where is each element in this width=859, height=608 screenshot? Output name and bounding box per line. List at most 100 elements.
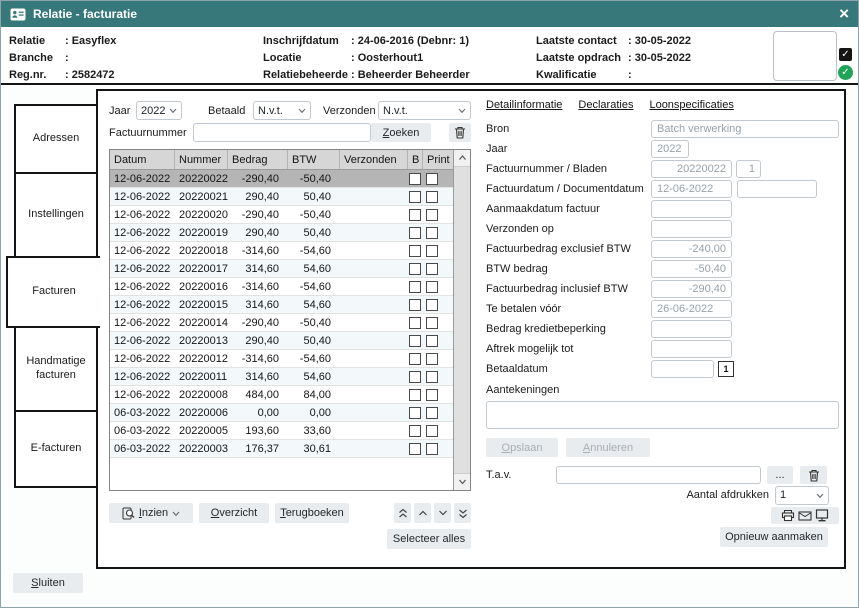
b-checkbox[interactable]	[409, 389, 421, 401]
column-header-b[interactable]: B	[408, 150, 423, 169]
invoice-table-row[interactable]: 12-06-2022 20220012 -314,60 -54,60	[110, 350, 453, 368]
link-declaraties[interactable]: Declaraties	[578, 99, 633, 111]
print-checkbox[interactable]	[426, 299, 438, 311]
tab-e-facturen[interactable]: E-facturen	[14, 410, 98, 488]
tav-clear-trash-button[interactable]	[800, 466, 827, 484]
column-header-bedrag[interactable]: Bedrag	[228, 150, 288, 169]
invoice-table-row[interactable]: 06-03-2022 20220003 176,37 30,61	[110, 440, 453, 458]
factuurnummer-detail-input[interactable]	[651, 160, 732, 178]
link-detailinformatie[interactable]: Detailinformatie	[486, 99, 562, 111]
bron-input[interactable]	[651, 120, 839, 138]
tab-handmatige-facturen[interactable]: Handmatige facturen	[14, 326, 98, 412]
invoice-table-row[interactable]: 12-06-2022 20220016 -314,60 -54,60	[110, 278, 453, 296]
b-checkbox[interactable]	[409, 425, 421, 437]
selecteer-alles-button[interactable]: Selecteer alles	[387, 529, 471, 549]
bedrag-incl-input[interactable]	[651, 280, 732, 298]
previous-row-button[interactable]	[414, 503, 431, 523]
print-checkbox[interactable]	[426, 281, 438, 293]
terugboeken-button[interactable]: Terugboeken	[275, 503, 349, 523]
column-header-btw[interactable]: BTW	[288, 150, 340, 169]
output-options-button[interactable]	[771, 507, 839, 524]
print-checkbox[interactable]	[426, 209, 438, 221]
b-checkbox[interactable]	[409, 209, 421, 221]
b-checkbox[interactable]	[409, 407, 421, 419]
invoice-table-row[interactable]: 12-06-2022 20220013 290,40 50,40	[110, 332, 453, 350]
table-scrollbar[interactable]	[453, 150, 470, 490]
invoice-table-row[interactable]: 12-06-2022 20220011 314,60 54,60	[110, 368, 453, 386]
header-checkbox[interactable]: ✓	[839, 48, 852, 61]
jaar-detail-input[interactable]	[651, 140, 689, 158]
bedrag-excl-input[interactable]	[651, 240, 732, 258]
tab-instellingen[interactable]: Instellingen	[14, 172, 98, 258]
invoice-table-row[interactable]: 06-03-2022 20220006 0,00 0,00	[110, 404, 453, 422]
annuleren-button[interactable]: Annuleren	[566, 438, 650, 457]
first-row-button[interactable]	[394, 503, 411, 523]
column-header-datum[interactable]: Datum	[110, 150, 175, 169]
sluiten-button[interactable]: Sluiten	[13, 573, 83, 593]
close-button[interactable]: ×	[839, 3, 849, 25]
verzonden-select[interactable]: N.v.t.	[378, 101, 471, 120]
print-checkbox[interactable]	[426, 227, 438, 239]
factuurdatum-input[interactable]	[651, 180, 732, 198]
invoice-table-row[interactable]: 12-06-2022 20220022 -290,40 -50,40	[110, 170, 453, 188]
zoeken-button[interactable]: Zoeken	[371, 123, 431, 142]
b-checkbox[interactable]	[409, 317, 421, 329]
print-checkbox[interactable]	[426, 245, 438, 257]
bladen-input[interactable]	[736, 160, 761, 178]
aantekeningen-textarea[interactable]	[486, 401, 839, 429]
b-checkbox[interactable]	[409, 371, 421, 383]
link-loonspecificaties[interactable]: Loonspecificaties	[649, 99, 733, 111]
calendar-icon[interactable]: 1	[718, 361, 734, 377]
betaald-select[interactable]: N.v.t.	[253, 101, 311, 120]
invoice-table-row[interactable]: 12-06-2022 20220017 314,60 54,60	[110, 260, 453, 278]
jaar-select[interactable]: 2022	[136, 101, 182, 120]
b-checkbox[interactable]	[409, 353, 421, 365]
b-checkbox[interactable]	[409, 173, 421, 185]
last-row-button[interactable]	[454, 503, 471, 523]
print-checkbox[interactable]	[426, 353, 438, 365]
column-header-nummer[interactable]: Nummer	[175, 150, 228, 169]
te-betalen-voor-input[interactable]	[651, 300, 732, 318]
b-checkbox[interactable]	[409, 227, 421, 239]
print-checkbox[interactable]	[426, 173, 438, 185]
print-checkbox[interactable]	[426, 335, 438, 347]
documentdatum-input[interactable]	[737, 180, 817, 198]
column-header-print[interactable]: Print	[423, 150, 453, 169]
tav-input[interactable]	[556, 466, 761, 484]
print-checkbox[interactable]	[426, 389, 438, 401]
print-checkbox[interactable]	[426, 425, 438, 437]
tav-browse-button[interactable]: ...	[767, 466, 793, 484]
aantal-afdrukken-select[interactable]: 1	[775, 486, 829, 505]
opslaan-button[interactable]: Opslaan	[486, 438, 558, 457]
factuurnummer-input[interactable]	[193, 123, 371, 142]
print-checkbox[interactable]	[426, 263, 438, 275]
invoice-table-row[interactable]: 12-06-2022 20220021 290,40 50,40	[110, 188, 453, 206]
print-checkbox[interactable]	[426, 371, 438, 383]
print-checkbox[interactable]	[426, 191, 438, 203]
tab-facturen[interactable]: Facturen	[6, 256, 100, 328]
invoice-table-row[interactable]: 06-03-2022 20220005 193,60 33,60	[110, 422, 453, 440]
aftrek-tot-input[interactable]	[651, 340, 732, 358]
scrollbar-thumb[interactable]	[454, 166, 470, 474]
b-checkbox[interactable]	[409, 299, 421, 311]
invoice-table-row[interactable]: 12-06-2022 20220020 -290,40 -50,40	[110, 206, 453, 224]
opnieuw-aanmaken-button[interactable]: Opnieuw aanmaken	[720, 527, 828, 547]
b-checkbox[interactable]	[409, 281, 421, 293]
next-row-button[interactable]	[434, 503, 451, 523]
scroll-down-icon[interactable]	[454, 474, 470, 490]
aanmaakdatum-input[interactable]	[651, 200, 732, 218]
b-checkbox[interactable]	[409, 443, 421, 455]
clear-filter-trash-button[interactable]	[449, 123, 471, 142]
btw-bedrag-input[interactable]	[651, 260, 732, 278]
b-checkbox[interactable]	[409, 191, 421, 203]
b-checkbox[interactable]	[409, 335, 421, 347]
print-checkbox[interactable]	[426, 407, 438, 419]
invoice-table-row[interactable]: 12-06-2022 20220019 290,40 50,40	[110, 224, 453, 242]
column-header-verzonden[interactable]: Verzonden	[340, 150, 408, 169]
invoice-table-row[interactable]: 12-06-2022 20220008 484,00 84,00	[110, 386, 453, 404]
overzicht-button[interactable]: Overzicht	[199, 503, 269, 523]
print-checkbox[interactable]	[426, 443, 438, 455]
kredietbeperking-input[interactable]	[651, 320, 732, 338]
invoice-table-row[interactable]: 12-06-2022 20220014 -290,40 -50,40	[110, 314, 453, 332]
b-checkbox[interactable]	[409, 245, 421, 257]
